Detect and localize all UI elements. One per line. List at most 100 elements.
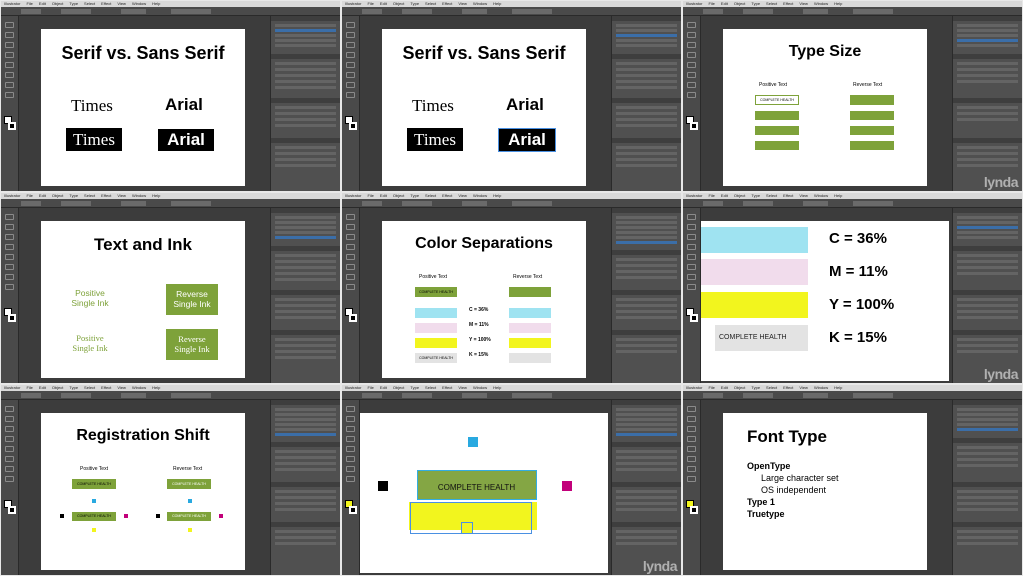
menu-item[interactable]: Edit — [380, 385, 387, 390]
tile-type-size[interactable]: Illustrator File Edit Object Type Select Effec… — [683, 1, 1022, 191]
menu-item[interactable]: Window — [132, 193, 146, 198]
tile-color-separations[interactable]: Illustrator File Edit Object Type Select Effec… — [342, 193, 681, 383]
layers-panel[interactable] — [270, 16, 340, 191]
menu-item[interactable]: Illustrator — [686, 385, 702, 390]
menu-item[interactable]: View — [117, 1, 126, 6]
menu-item[interactable]: Effect — [101, 193, 111, 198]
menu-item[interactable]: File — [367, 193, 373, 198]
stroke-swatch[interactable] — [8, 506, 16, 514]
rotate-tool-icon[interactable] — [346, 72, 355, 78]
menu-item[interactable]: Illustrator — [4, 385, 20, 390]
control-bar[interactable] — [342, 7, 681, 16]
menu-item[interactable]: Window — [132, 1, 146, 6]
stroke-swatch[interactable] — [8, 314, 16, 322]
menu-item[interactable]: Edit — [39, 193, 46, 198]
menu-item[interactable]: Effect — [783, 193, 793, 198]
menu-item[interactable]: View — [799, 193, 808, 198]
tools-panel[interactable] — [1, 208, 19, 383]
rotate-tool-icon[interactable] — [5, 264, 14, 270]
menu-item[interactable]: Type — [751, 1, 760, 6]
pen-tool-icon[interactable] — [687, 32, 696, 38]
type-tool-icon[interactable] — [346, 426, 355, 432]
stroke-swatch[interactable] — [8, 122, 16, 130]
menu-item[interactable]: View — [117, 193, 126, 198]
tools-panel[interactable] — [342, 400, 360, 575]
hand-tool-icon[interactable] — [687, 476, 696, 482]
stroke-swatch[interactable] — [349, 314, 357, 322]
pen-tool-icon[interactable] — [5, 224, 14, 230]
menu-item[interactable]: Help — [493, 385, 501, 390]
brush-tool-icon[interactable] — [5, 254, 14, 260]
menu-item[interactable]: Type — [69, 1, 78, 6]
layers-panel[interactable] — [270, 400, 340, 575]
menu-item[interactable]: Help — [493, 1, 501, 6]
control-bar[interactable] — [1, 7, 340, 16]
layers-panel[interactable] — [952, 400, 1022, 575]
type-tool-icon[interactable] — [687, 42, 696, 48]
tile-serif-vs-sans-2[interactable]: Illustrator File Edit Object Type Select Effec… — [342, 1, 681, 191]
tools-panel[interactable] — [342, 16, 360, 191]
menu-item[interactable]: Help — [152, 193, 160, 198]
type-tool-icon[interactable] — [687, 234, 696, 240]
layers-panel[interactable] — [270, 208, 340, 383]
menu-item[interactable]: Edit — [380, 1, 387, 6]
control-bar[interactable] — [1, 391, 340, 400]
menu-item[interactable]: Window — [814, 385, 828, 390]
menu-item[interactable]: Object — [52, 1, 64, 6]
menu-item[interactable]: Type — [410, 385, 419, 390]
menu-item[interactable]: Effect — [101, 1, 111, 6]
shape-tool-icon[interactable] — [687, 436, 696, 442]
menu-item[interactable]: Select — [766, 193, 777, 198]
menu-item[interactable]: File — [26, 193, 32, 198]
hand-tool-icon[interactable] — [5, 92, 14, 98]
menu-item[interactable]: Edit — [39, 385, 46, 390]
layers-panel[interactable] — [952, 16, 1022, 191]
layers-panel[interactable] — [611, 208, 681, 383]
layers-panel[interactable] — [952, 208, 1022, 383]
control-bar[interactable] — [342, 391, 681, 400]
selection-tool-icon[interactable] — [5, 406, 14, 412]
tools-panel[interactable] — [683, 400, 701, 575]
shape-tool-icon[interactable] — [346, 244, 355, 250]
type-tool-icon[interactable] — [5, 234, 14, 240]
rotate-tool-icon[interactable] — [687, 264, 696, 270]
menu-item[interactable]: Edit — [721, 193, 728, 198]
menu-item[interactable]: File — [367, 1, 373, 6]
gradient-tool-icon[interactable] — [687, 466, 696, 472]
selection-tool-icon[interactable] — [346, 214, 355, 220]
menu-item[interactable]: View — [458, 1, 467, 6]
hand-tool-icon[interactable] — [5, 476, 14, 482]
menu-item[interactable]: File — [708, 193, 714, 198]
menu-item[interactable]: Window — [814, 193, 828, 198]
menu-item[interactable]: Edit — [721, 1, 728, 6]
shape-tool-icon[interactable] — [687, 244, 696, 250]
gradient-tool-icon[interactable] — [5, 274, 14, 280]
menu-item[interactable]: Window — [814, 1, 828, 6]
hand-tool-icon[interactable] — [346, 476, 355, 482]
control-bar[interactable] — [683, 7, 1022, 16]
rotate-tool-icon[interactable] — [687, 456, 696, 462]
menu-item[interactable]: Object — [734, 193, 746, 198]
pen-tool-icon[interactable] — [687, 416, 696, 422]
tools-panel[interactable] — [683, 16, 701, 191]
menu-item[interactable]: File — [708, 1, 714, 6]
menu-item[interactable]: Window — [473, 385, 487, 390]
brush-tool-icon[interactable] — [5, 62, 14, 68]
menu-item[interactable]: Effect — [783, 385, 793, 390]
gradient-tool-icon[interactable] — [346, 274, 355, 280]
pen-tool-icon[interactable] — [5, 32, 14, 38]
pen-tool-icon[interactable] — [5, 416, 14, 422]
stroke-swatch[interactable] — [349, 506, 357, 514]
shape-tool-icon[interactable] — [5, 52, 14, 58]
brush-tool-icon[interactable] — [687, 446, 696, 452]
tile-separations-zoomed[interactable]: Illustrator File Edit Object Type Select Effec… — [683, 193, 1022, 383]
arial-reverse-selected[interactable]: Arial — [498, 128, 556, 152]
menu-item[interactable]: View — [799, 385, 808, 390]
menu-item[interactable]: View — [458, 193, 467, 198]
tools-panel[interactable] — [1, 16, 19, 191]
stroke-swatch[interactable] — [690, 314, 698, 322]
menu-item[interactable]: Select — [84, 1, 95, 6]
menu-item[interactable]: Window — [473, 1, 487, 6]
stroke-swatch[interactable] — [349, 122, 357, 130]
selection-tool-icon[interactable] — [687, 214, 696, 220]
